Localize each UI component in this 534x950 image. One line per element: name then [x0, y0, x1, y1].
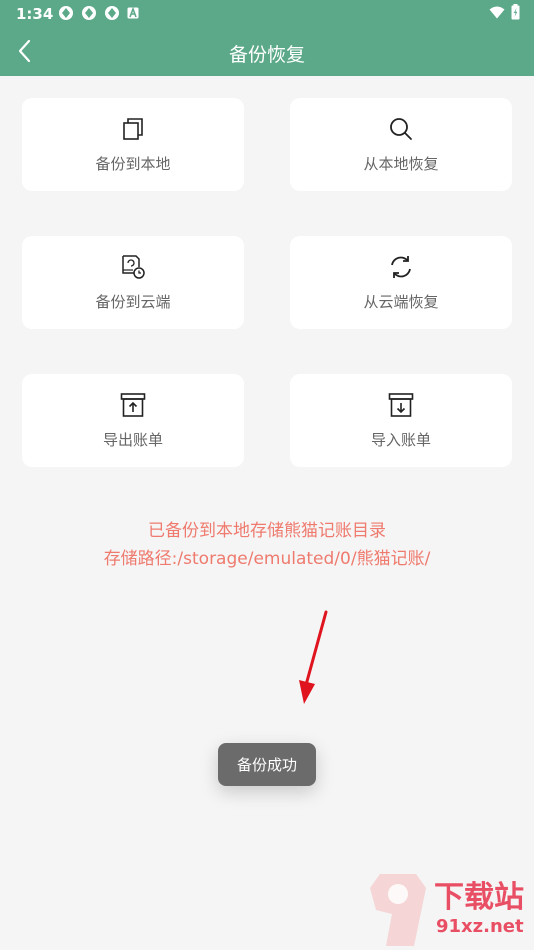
- app-toolbar: 备份恢复: [0, 26, 534, 76]
- watermark-brand: 下载站: [434, 880, 524, 915]
- status-bar: 1:34: [0, 0, 534, 26]
- backup-local-button[interactable]: 备份到本地: [22, 98, 244, 191]
- restore-local-button[interactable]: 从本地恢复: [290, 98, 512, 191]
- card-label: 备份到本地: [95, 155, 171, 173]
- a-badge-icon: [127, 7, 139, 19]
- battery-icon: [511, 4, 520, 20]
- card-label: 从本地恢复: [363, 155, 439, 173]
- cloud-backup-icon: [120, 254, 146, 280]
- app-notification-icon: [105, 6, 119, 20]
- sync-icon: [388, 254, 414, 280]
- backup-info-path: 存储路径:/storage/emulated/0/熊猫记账/: [103, 549, 431, 569]
- wifi-icon: [489, 6, 505, 18]
- watermark: 下载站 91xz.net: [366, 868, 534, 950]
- toast-message: 备份成功: [218, 743, 316, 786]
- copy-icon: [120, 116, 146, 142]
- page-title: 备份恢复: [228, 44, 305, 66]
- system-status-icons: [489, 4, 520, 20]
- export-box-icon: [120, 392, 146, 418]
- card-label: 从云端恢复: [363, 293, 439, 311]
- card-label: 备份到云端: [95, 293, 171, 311]
- restore-cloud-button[interactable]: 从云端恢复: [290, 236, 512, 329]
- annotation-arrow-icon: [299, 610, 328, 704]
- app-notification-icon: [82, 6, 96, 20]
- card-label: 导出账单: [102, 431, 163, 449]
- export-bill-button[interactable]: 导出账单: [22, 374, 244, 467]
- watermark-logo-icon: [370, 874, 426, 946]
- import-box-icon: [388, 392, 414, 418]
- app-notification-icon: [59, 6, 73, 20]
- watermark-domain: 91xz.net: [436, 916, 524, 937]
- status-time: 1:34: [16, 5, 54, 23]
- backup-cloud-button[interactable]: 备份到云端: [22, 236, 244, 329]
- search-icon: [388, 116, 414, 142]
- backup-info-line1: 已备份到本地存储熊猫记账目录: [148, 521, 386, 541]
- import-bill-button[interactable]: 导入账单: [290, 374, 512, 467]
- card-label: 导入账单: [370, 431, 431, 449]
- notification-icons: [58, 5, 139, 21]
